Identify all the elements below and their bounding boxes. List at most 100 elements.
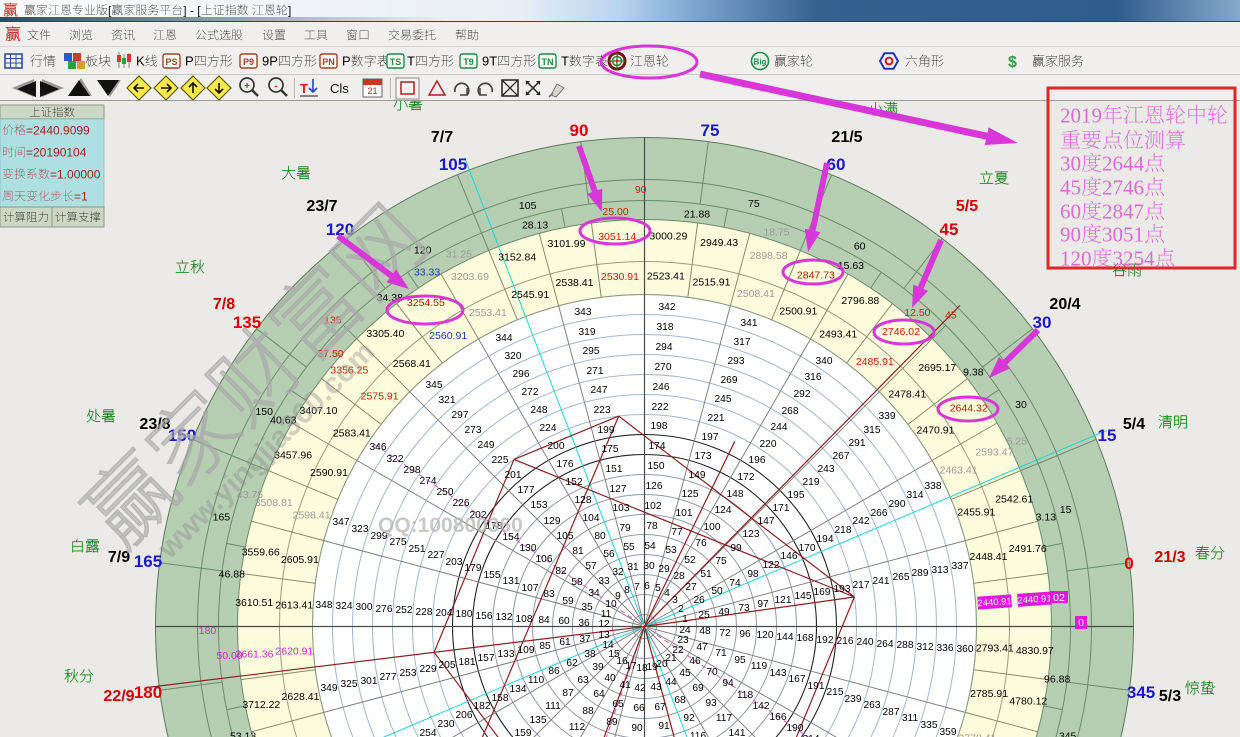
svg-text:198: 198	[651, 421, 668, 432]
svg-text:=20190104: =20190104	[26, 145, 87, 159]
svg-text:TN: TN	[542, 57, 554, 67]
svg-text:276: 276	[376, 604, 393, 615]
svg-text:T: T	[561, 54, 569, 69]
svg-text:5/4: 5/4	[1123, 416, 1145, 433]
svg-text:120: 120	[757, 630, 774, 641]
svg-text:123: 123	[743, 529, 760, 540]
svg-text:319: 319	[579, 327, 596, 338]
svg-text:94: 94	[722, 678, 734, 689]
svg-text:341: 341	[741, 318, 758, 329]
svg-text:3101.99: 3101.99	[548, 238, 586, 250]
svg-text:229: 229	[420, 664, 437, 675]
svg-text:222: 222	[652, 402, 669, 413]
svg-text:145: 145	[795, 591, 812, 602]
svg-text:180: 180	[456, 609, 473, 620]
svg-text:105: 105	[557, 531, 574, 542]
svg-text:57: 57	[585, 561, 597, 572]
svg-text:5/3: 5/3	[1159, 688, 1181, 705]
svg-text:92: 92	[683, 713, 695, 724]
svg-text:221: 221	[708, 413, 725, 424]
svg-text:223: 223	[594, 405, 611, 416]
svg-text:134: 134	[510, 684, 527, 695]
svg-text:246: 246	[653, 382, 670, 393]
svg-text:360: 360	[957, 644, 974, 655]
svg-text:192: 192	[817, 635, 834, 646]
svg-text:2613.41: 2613.41	[275, 600, 313, 612]
svg-text:110: 110	[528, 675, 545, 686]
svg-text:33.33: 33.33	[414, 266, 440, 278]
svg-text:98: 98	[747, 569, 759, 580]
svg-text:7: 7	[634, 582, 640, 593]
svg-text:3254.55: 3254.55	[407, 297, 445, 309]
svg-text:3305.40: 3305.40	[366, 328, 404, 340]
svg-text:46: 46	[689, 656, 701, 667]
svg-text:345: 345	[1127, 683, 1155, 702]
svg-text:T: T	[407, 54, 415, 69]
svg-text:84: 84	[538, 615, 550, 626]
svg-text:78: 78	[646, 521, 658, 532]
svg-text:148: 148	[727, 489, 744, 500]
svg-text:27: 27	[685, 582, 697, 593]
svg-text:174: 174	[649, 441, 666, 452]
svg-text:2478.41: 2478.41	[888, 388, 926, 400]
svg-text:199: 199	[598, 425, 615, 436]
svg-text:129: 129	[544, 516, 561, 527]
svg-text:88: 88	[582, 706, 594, 717]
svg-text:67: 67	[654, 702, 666, 713]
svg-text:P9: P9	[243, 57, 254, 67]
svg-text:] - [: ] - [	[183, 3, 201, 17]
svg-text:65: 65	[612, 699, 624, 710]
svg-text:80: 80	[594, 531, 606, 542]
svg-text:288: 288	[897, 640, 914, 651]
svg-text:69: 69	[692, 683, 704, 694]
svg-text:2746: 2746	[1102, 176, 1144, 200]
svg-text:90: 90	[635, 184, 647, 196]
svg-text:60: 60	[558, 616, 570, 627]
svg-text:321: 321	[439, 395, 456, 406]
svg-text:2538.41: 2538.41	[556, 277, 594, 289]
svg-text:15: 15	[1098, 426, 1117, 445]
svg-text:323: 323	[352, 524, 369, 535]
svg-text:2019: 2019	[1060, 104, 1102, 128]
svg-text:21/5: 21/5	[831, 129, 862, 146]
svg-text:3.13: 3.13	[1036, 512, 1057, 524]
svg-text:97: 97	[757, 599, 769, 610]
svg-text:191: 191	[808, 681, 825, 692]
svg-text:32: 32	[612, 567, 624, 578]
svg-text:272: 272	[522, 387, 539, 398]
svg-text:44: 44	[665, 677, 677, 688]
svg-text:36: 36	[578, 618, 590, 629]
svg-text:248: 248	[531, 405, 548, 416]
svg-text:149: 149	[689, 470, 706, 481]
svg-text:152: 152	[566, 477, 583, 488]
svg-text:2542.61: 2542.61	[995, 494, 1033, 506]
svg-text:143: 143	[770, 668, 787, 679]
svg-text:111: 111	[545, 701, 561, 712]
svg-text:295: 295	[583, 346, 600, 357]
svg-text:2553.41: 2553.41	[469, 307, 507, 319]
svg-text:347: 347	[333, 517, 350, 528]
svg-text:45: 45	[1060, 176, 1081, 200]
svg-text:12.50: 12.50	[904, 307, 930, 319]
svg-text:20/4: 20/4	[1049, 296, 1080, 313]
svg-text:45: 45	[679, 668, 691, 679]
svg-text:165: 165	[134, 552, 162, 571]
svg-text:37: 37	[579, 634, 591, 645]
svg-text:169: 169	[814, 587, 831, 598]
svg-text:180: 180	[199, 625, 217, 637]
svg-text:26: 26	[693, 595, 705, 606]
svg-text:2515.91: 2515.91	[693, 276, 731, 288]
svg-text:220: 220	[760, 439, 777, 450]
svg-text:95: 95	[734, 655, 746, 666]
svg-text:340: 340	[816, 356, 833, 367]
svg-text:64: 64	[593, 689, 605, 700]
svg-text:=1.00000: =1.00000	[50, 167, 101, 181]
svg-text:31: 31	[627, 562, 639, 573]
svg-text:244: 244	[771, 422, 788, 433]
svg-text:166: 166	[770, 712, 787, 723]
svg-text:349: 349	[321, 683, 338, 694]
svg-text:31.25: 31.25	[446, 249, 472, 261]
svg-text:73: 73	[738, 603, 750, 614]
svg-text:173: 173	[695, 451, 712, 462]
svg-text:2593.47: 2593.47	[975, 447, 1013, 459]
